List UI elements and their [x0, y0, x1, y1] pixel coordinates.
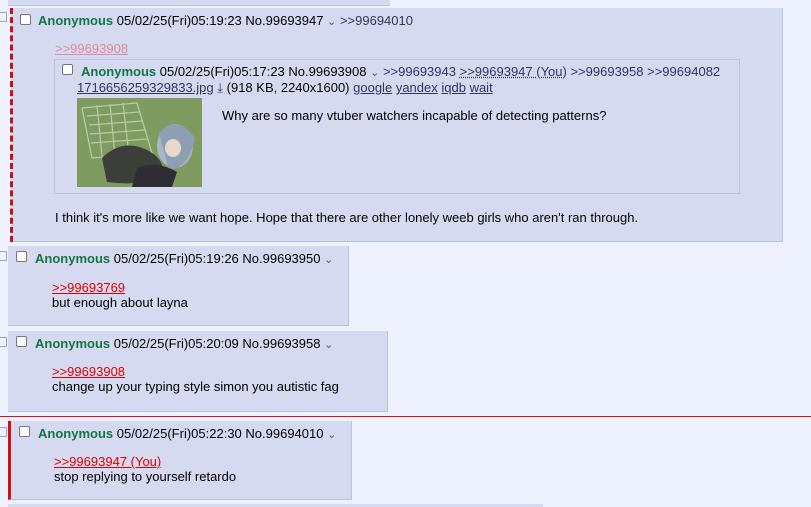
quote-link[interactable]: >>99693908: [52, 364, 125, 380]
file-name-link[interactable]: 1716656259329833.jpg: [77, 80, 214, 95]
search-google-link[interactable]: google: [353, 80, 392, 95]
post-header: Anonymous 05/02/25(Fri)05:19:26 No.99693…: [35, 251, 333, 268]
quote-link[interactable]: >>99693769: [52, 280, 125, 296]
backlink[interactable]: >>99693958: [570, 64, 643, 79]
post-header: Anonymous 05/02/25(Fri)05:22:30 No.99694…: [38, 426, 336, 443]
search-yandex-link[interactable]: yandex: [396, 80, 438, 95]
post-checkbox[interactable]: [20, 14, 31, 25]
post-message: but enough about layna: [52, 295, 188, 310]
quote-link[interactable]: >>99693908: [55, 41, 128, 57]
file-info-line: 1716656259329833.jpg ⤓ (918 KB, 2240x160…: [77, 80, 493, 96]
chevron-down-icon[interactable]: ⌄: [327, 16, 336, 28]
post-number[interactable]: No.99694010: [245, 426, 323, 441]
post-header: Anonymous 05/02/25(Fri)05:19:23 No.99693…: [38, 13, 413, 30]
post-datetime: 05/02/25(Fri)05:22:30: [116, 426, 242, 441]
post-number[interactable]: No.99693947: [245, 13, 323, 28]
post-thumbnail[interactable]: [77, 98, 202, 187]
unread-divider: [0, 416, 811, 417]
post-checkbox[interactable]: [62, 64, 73, 75]
post-datetime: 05/02/25(Fri)05:17:23: [159, 64, 285, 79]
post-message: change up your typing style simon you au…: [52, 379, 339, 394]
post-message: I think it's more like we want hope. Hop…: [55, 210, 639, 225]
chevron-down-icon[interactable]: ⌄: [370, 67, 379, 79]
quote-link[interactable]: >>99693947 (You): [54, 454, 161, 470]
post-header: Anonymous 05/02/25(Fri)05:17:23 No.99693…: [81, 64, 720, 81]
collapse-marker[interactable]: [0, 251, 7, 261]
backlink[interactable]: >>99694010: [340, 13, 413, 28]
backlink[interactable]: >>99694082: [647, 64, 720, 79]
search-iqdb-link[interactable]: iqdb: [441, 80, 466, 95]
post-number[interactable]: No.99693950: [242, 251, 320, 266]
file-meta: (918 KB, 2240x1600): [226, 80, 350, 95]
post-checkbox[interactable]: [16, 251, 27, 262]
chevron-down-icon[interactable]: ⌄: [324, 254, 333, 266]
search-wait-link[interactable]: wait: [470, 80, 493, 95]
poster-name: Anonymous: [38, 426, 114, 441]
post-datetime: 05/02/25(Fri)05:19:23: [116, 13, 242, 28]
post-highlight-border: [10, 8, 13, 242]
post-message: Why are so many vtuber watchers incapabl…: [222, 108, 607, 123]
post-checkbox[interactable]: [19, 426, 30, 437]
backlink-you[interactable]: >>99693947 (You): [460, 64, 567, 79]
top-strip: [8, 0, 390, 6]
poster-name: Anonymous: [38, 13, 114, 28]
collapse-marker[interactable]: [0, 427, 7, 437]
post-message: stop replying to yourself retardo: [54, 469, 237, 484]
post-checkbox[interactable]: [16, 336, 27, 347]
collapse-marker[interactable]: [0, 337, 7, 347]
collapse-marker[interactable]: [0, 12, 7, 22]
download-icon[interactable]: ⤓: [217, 80, 223, 95]
poster-name: Anonymous: [35, 336, 111, 351]
poster-name: Anonymous: [35, 251, 111, 266]
post-number[interactable]: No.99693958: [242, 336, 320, 351]
chevron-down-icon[interactable]: ⌄: [324, 339, 333, 351]
post-datetime: 05/02/25(Fri)05:20:09: [113, 336, 239, 351]
post-number[interactable]: No.99693908: [288, 64, 366, 79]
post-header: Anonymous 05/02/25(Fri)05:20:09 No.99693…: [35, 336, 333, 353]
chevron-down-icon[interactable]: ⌄: [327, 429, 336, 441]
post-datetime: 05/02/25(Fri)05:19:26: [113, 251, 239, 266]
poster-name: Anonymous: [81, 64, 157, 79]
backlink[interactable]: >>99693943: [383, 64, 456, 79]
